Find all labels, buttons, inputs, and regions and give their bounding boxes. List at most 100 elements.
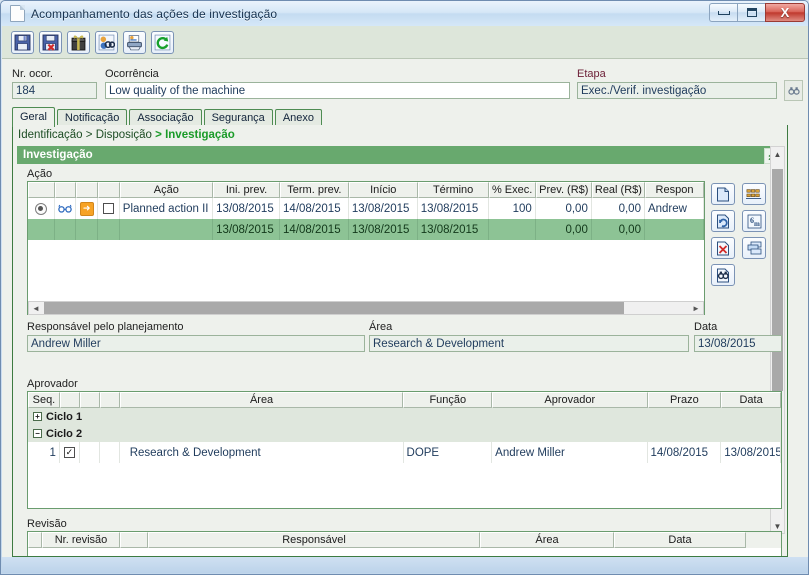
aprovador-group-ciclo-2[interactable]: − Ciclo 2: [28, 425, 781, 442]
reopen-action-button[interactable]: [711, 210, 735, 232]
scroll-up-button[interactable]: ▲: [771, 147, 784, 161]
save-delete-button[interactable]: [39, 30, 62, 54]
aprovador-row-c[interactable]: [100, 442, 120, 463]
acao-row-ini-prev: 13/08/2015: [213, 198, 281, 219]
application-window: Acompanhamento das ações de investigação…: [0, 0, 809, 575]
acao-row2-real-rs: 0,00: [592, 219, 645, 240]
acao-row2-pct-exec: [489, 219, 536, 240]
breadcrumb-item-disposicao[interactable]: Disposição: [96, 129, 152, 141]
etapa-search-button[interactable]: [784, 80, 803, 101]
table-row[interactable]: 13/08/2015 14/08/2015 13/08/2015 13/08/2…: [28, 219, 704, 240]
floppy-delete-icon: [42, 34, 59, 51]
aprovador-row-b[interactable]: [80, 442, 100, 463]
checkbox-unchecked-icon: [102, 203, 114, 214]
revisao-col-responsavel: Responsável: [148, 532, 480, 548]
refresh-icon: [154, 34, 171, 50]
binoculars-person-icon: [98, 34, 115, 50]
delete-action-button[interactable]: [711, 237, 735, 259]
restore-button[interactable]: [737, 3, 765, 22]
toolbar: [2, 26, 808, 59]
hscroll-thumb[interactable]: [44, 302, 624, 314]
refresh-button[interactable]: [151, 30, 174, 54]
gantt-chart-icon: [746, 189, 762, 199]
six-m-icon: 6 m: [747, 214, 761, 228]
binoculars-document-icon: [717, 268, 729, 282]
acao-col-ini-prev: Ini. prev.: [213, 182, 280, 198]
scroll-thumb[interactable]: [772, 169, 783, 391]
acao-row2-status[interactable]: [76, 219, 99, 240]
acao-col-term-prev: Term. prev.: [279, 182, 349, 198]
acao-col-termino: Término: [417, 182, 489, 198]
breadcrumb-item-identificacao[interactable]: Identificação: [18, 129, 83, 141]
acao-row2-name: [120, 219, 214, 240]
aprovador-grid[interactable]: Seq. Área Função Aprovador Prazo Data + …: [27, 391, 782, 509]
revisao-grid-header: Nr. revisão Responsável Área Data: [28, 532, 781, 548]
acao-row-view-button[interactable]: [55, 198, 77, 219]
breadcrumb-separator-1: >: [85, 129, 93, 141]
acao-row2-view[interactable]: [55, 219, 77, 240]
attachment-button[interactable]: [67, 30, 90, 54]
copy-action-button[interactable]: [742, 237, 766, 259]
breadcrumb: Identificação > Disposição > Investigaçã…: [18, 129, 235, 141]
hscroll-left-button[interactable]: ◄: [29, 304, 43, 313]
ocorrencia-field[interactable]: Low quality of the machine: [105, 82, 570, 99]
tab-geral[interactable]: Geral: [12, 107, 55, 127]
minimize-button[interactable]: [709, 3, 737, 22]
copy-stack-icon: [747, 241, 761, 255]
gantt-button[interactable]: [742, 183, 766, 205]
collapse-ciclo-2-button[interactable]: −: [33, 429, 42, 438]
acao-row2-responsavel: [645, 219, 704, 240]
etapa-label: Etapa: [577, 68, 606, 80]
search-person-button[interactable]: [95, 30, 118, 54]
breadcrumb-separator-2: >: [155, 129, 162, 141]
new-action-button[interactable]: [711, 183, 735, 205]
aprovador-col-prazo: Prazo: [647, 392, 722, 408]
revisao-grid[interactable]: Nr. revisão Responsável Área Data: [27, 531, 782, 556]
aprovador-group-ciclo-1[interactable]: + Ciclo 1: [28, 408, 781, 425]
acao-row2-radio[interactable]: [28, 219, 55, 240]
aprovador-row-checkbox[interactable]: ✓: [60, 442, 80, 463]
aprovador-col-check: [59, 392, 80, 408]
acao-row-status[interactable]: ➜: [76, 198, 99, 219]
acao-col-check: [97, 182, 120, 198]
acao-row-checkbox[interactable]: [98, 198, 120, 219]
nr-ocor-label: Nr. ocor.: [12, 68, 53, 80]
acao-col-real-rs: Real (R$): [591, 182, 645, 198]
acao-hscrollbar[interactable]: ◄ ►: [28, 301, 704, 315]
area-field[interactable]: Research & Development: [369, 335, 689, 352]
aprovador-row-aprovador: Andrew Miller: [492, 442, 648, 463]
table-row[interactable]: ➜ Planned action II 13/08/2015 14/08/201…: [28, 198, 704, 219]
acao-row2-prev-rs: 0,00: [536, 219, 592, 240]
aprovador-row-prazo: 14/08/2015: [648, 442, 722, 463]
acao-row-radio[interactable]: [28, 198, 55, 219]
expand-ciclo-1-button[interactable]: +: [33, 412, 42, 421]
hscroll-track[interactable]: [43, 302, 689, 314]
acao-row-pct-exec: 100: [489, 198, 536, 219]
form-area: Nr. ocor. 184 Ocorrência Low quality of …: [2, 59, 808, 559]
aprovador-row-area: Research & Development: [120, 442, 404, 463]
binoculars-icon: [787, 86, 800, 95]
table-row[interactable]: 1 ✓ Research & Development DOPE Andrew M…: [28, 442, 781, 463]
acao-grid[interactable]: Ação Ini. prev. Term. prev. Início Térmi…: [27, 181, 705, 315]
acao-row2-ini-prev: 13/08/2015: [213, 219, 281, 240]
aprovador-col-aprovador: Aprovador: [492, 392, 648, 408]
save-button[interactable]: [11, 30, 34, 54]
print-button[interactable]: [123, 30, 146, 54]
orange-arrow-icon: ➜: [79, 201, 94, 216]
six-months-button[interactable]: 6 m: [742, 210, 766, 232]
acao-grid-header: Ação Ini. prev. Term. prev. Início Térmi…: [28, 182, 704, 198]
acao-row2-checkbox[interactable]: [98, 219, 120, 240]
close-button[interactable]: X: [765, 3, 805, 22]
minimize-icon: [717, 10, 730, 15]
section-title: Investigação: [23, 149, 93, 161]
acao-row2-termino: 13/08/2015: [418, 219, 489, 240]
revisao-col-data: Data: [614, 532, 746, 548]
aprovador-col-funcao: Função: [403, 392, 493, 408]
document-delete-icon: [717, 241, 729, 255]
planning-data-field[interactable]: 13/08/2015: [694, 335, 782, 352]
nr-ocor-field[interactable]: 184: [12, 82, 97, 99]
responsavel-planejamento-field[interactable]: Andrew Miller: [27, 335, 365, 352]
find-action-button[interactable]: [711, 264, 735, 286]
aprovador-row-seq: 1: [28, 442, 60, 463]
hscroll-right-button[interactable]: ►: [689, 304, 703, 313]
